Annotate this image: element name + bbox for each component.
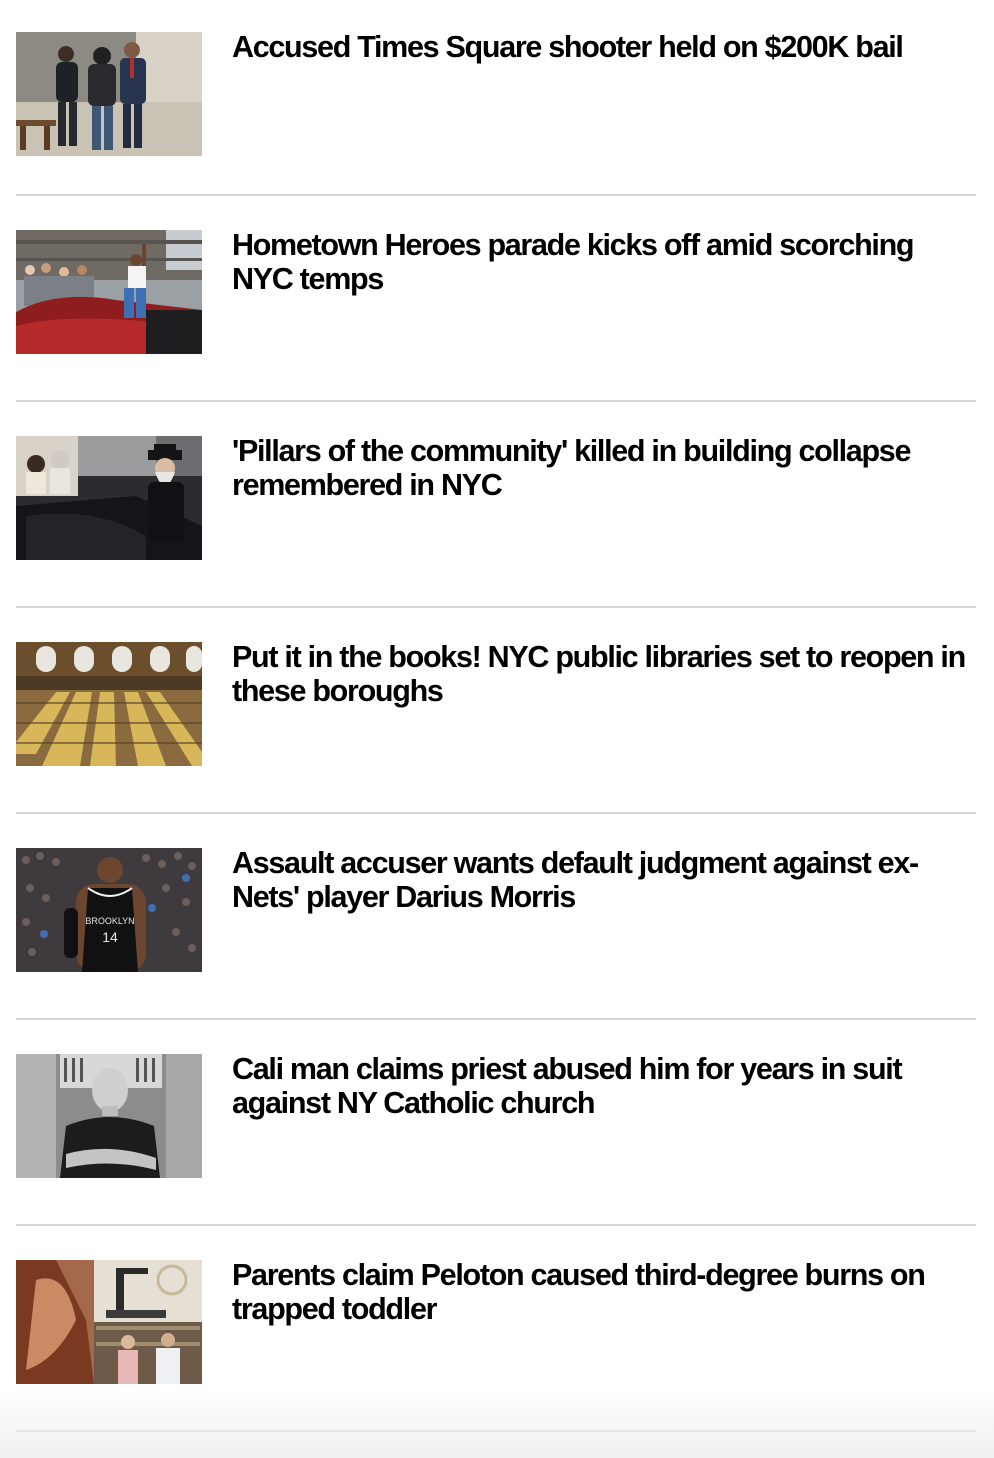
library-reading-room-photo bbox=[16, 642, 202, 766]
funeral-procession-photo bbox=[16, 436, 202, 560]
story-item[interactable]: BROOKLYN 14 Assault accuser wants defaul… bbox=[16, 814, 976, 1020]
story-thumbnail[interactable] bbox=[16, 436, 202, 560]
story-headline[interactable]: Put it in the books! NYC public librarie… bbox=[232, 640, 976, 708]
story-headline[interactable]: 'Pillars of the community' killed in bui… bbox=[232, 434, 976, 502]
story-headline[interactable]: Cali man claims priest abused him for ye… bbox=[232, 1052, 976, 1120]
story-headline[interactable]: Parents claim Peloton caused third-degre… bbox=[232, 1258, 976, 1326]
story-item[interactable]: Hometown Heroes parade kicks off amid sc… bbox=[16, 196, 976, 402]
story-thumbnail[interactable] bbox=[16, 230, 202, 354]
story-thumbnail[interactable] bbox=[16, 642, 202, 766]
story-item[interactable]: Accused Times Square shooter held on $20… bbox=[16, 0, 976, 196]
story-headline[interactable]: Assault accuser wants default judgment a… bbox=[232, 846, 976, 914]
story-thumbnail[interactable] bbox=[16, 1260, 202, 1384]
story-thumbnail[interactable] bbox=[16, 32, 202, 156]
parade-convertible-photo bbox=[16, 230, 202, 354]
story-item[interactable]: Cali man claims priest abused him for ye… bbox=[16, 1020, 976, 1226]
story-thumbnail[interactable]: BROOKLYN 14 bbox=[16, 848, 202, 972]
story-item[interactable]: Put it in the books! NYC public librarie… bbox=[16, 608, 976, 814]
basketball-player-photo: BROOKLYN 14 bbox=[16, 848, 202, 972]
svg-text:BROOKLYN: BROOKLYN bbox=[85, 916, 134, 926]
story-item[interactable]: Parents claim Peloton caused third-degre… bbox=[16, 1226, 976, 1432]
story-thumbnail[interactable] bbox=[16, 1054, 202, 1178]
story-headline[interactable]: Accused Times Square shooter held on $20… bbox=[232, 30, 976, 64]
story-item[interactable]: 'Pillars of the community' killed in bui… bbox=[16, 402, 976, 608]
court-escort-photo bbox=[16, 32, 202, 156]
news-feed: Accused Times Square shooter held on $20… bbox=[16, 0, 976, 1432]
portrait-man-photo bbox=[16, 1054, 202, 1178]
peloton-collage-photo bbox=[16, 1260, 202, 1384]
story-headline[interactable]: Hometown Heroes parade kicks off amid sc… bbox=[232, 228, 976, 296]
svg-text:14: 14 bbox=[102, 929, 118, 945]
